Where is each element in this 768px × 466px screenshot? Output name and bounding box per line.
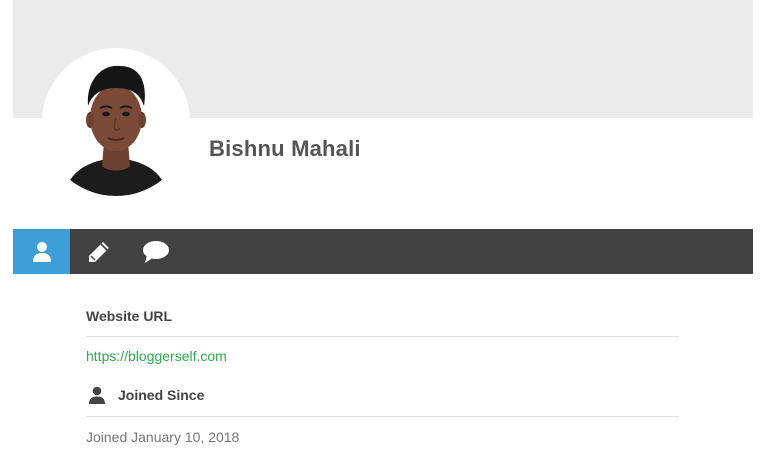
divider	[86, 336, 679, 337]
profile-tab-bar	[13, 229, 753, 274]
tab-posts[interactable]	[70, 229, 127, 274]
user-icon	[89, 386, 105, 404]
divider	[86, 416, 679, 417]
profile-photo	[42, 48, 190, 196]
joined-since-heading: Joined Since	[88, 386, 204, 404]
joined-date: Joined January 10, 2018	[86, 429, 240, 445]
avatar	[42, 48, 190, 196]
pencil-icon	[88, 241, 109, 262]
profile-name: Bishnu Mahali	[209, 136, 361, 161]
tab-profile[interactable]	[13, 229, 70, 274]
user-icon	[32, 241, 51, 262]
comment-icon	[142, 240, 169, 263]
joined-since-label: Joined Since	[118, 387, 205, 403]
website-url-label: Website URL	[86, 308, 173, 324]
tab-comments[interactable]	[127, 229, 184, 274]
website-url-link[interactable]: https://bloggerself.com	[86, 348, 227, 364]
